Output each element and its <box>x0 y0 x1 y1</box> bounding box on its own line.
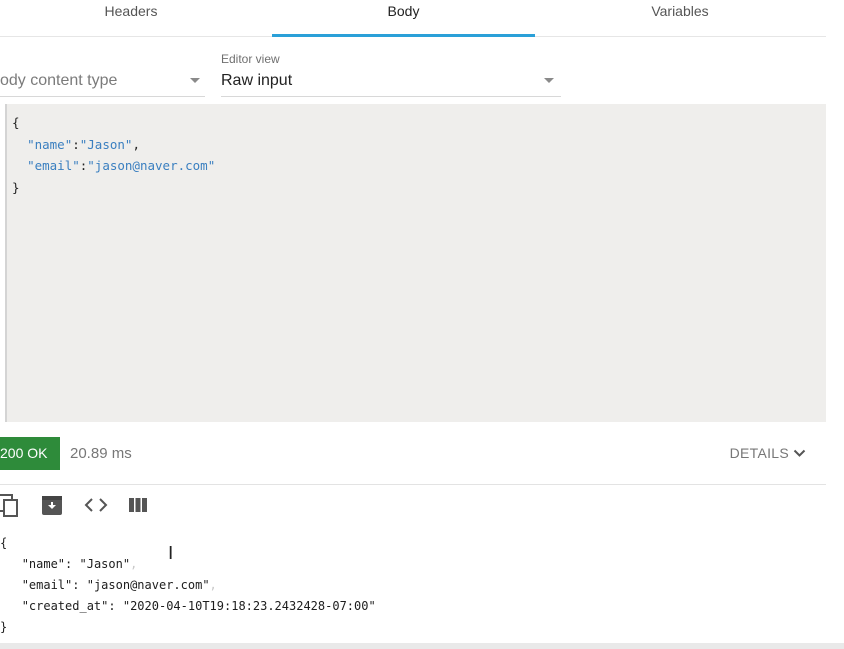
json-key-name: "name" <box>21 557 66 571</box>
active-tab-indicator <box>272 34 535 37</box>
copy-icon[interactable] <box>0 494 22 518</box>
editor-view-select[interactable]: Raw input <box>221 68 561 97</box>
editor-view-label: Editor view <box>221 52 280 66</box>
json-value-created-at: "2020-04-10T19:18:23.2432428-07:00" <box>122 599 376 613</box>
details-toggle[interactable]: DETAILS <box>730 445 806 461</box>
json-key-created-at: "created_at" <box>21 599 109 613</box>
tab-body[interactable]: Body <box>272 0 535 37</box>
body-content-type-placeholder: ody content type <box>0 72 118 89</box>
chevron-down-icon <box>793 446 806 461</box>
brace-close: } <box>0 620 8 634</box>
brace-close: } <box>12 179 20 195</box>
columns-icon[interactable] <box>127 494 151 518</box>
chevron-down-icon <box>190 78 200 83</box>
tab-headers[interactable]: Headers <box>0 0 262 36</box>
request-body-editor[interactable]: { "name":"Jason", "email":"jason@naver.c… <box>5 104 826 422</box>
bottom-scroll-strip <box>0 643 844 649</box>
json-value-name: "Jason" <box>79 557 131 571</box>
body-content-type-select[interactable]: ody content type <box>0 68 205 97</box>
request-tabs: Headers Body Variables <box>0 0 826 37</box>
body-content-type-field: ody content type <box>0 52 205 97</box>
brace-open: { <box>12 115 20 130</box>
response-body: { "name": "Jason", "email": "jason@naver… <box>0 536 376 634</box>
code-icon[interactable] <box>84 494 108 518</box>
details-label: DETAILS <box>729 445 789 461</box>
chevron-down-icon <box>544 78 554 83</box>
json-value-name: "Jason" <box>79 136 133 152</box>
divider <box>0 484 826 485</box>
tab-headers-label: Headers <box>104 3 158 19</box>
json-key-email: "email" <box>21 578 73 592</box>
json-key-name: "name" <box>27 136 73 152</box>
text-cursor-icon: I <box>168 543 174 564</box>
json-key-email: "email" <box>27 158 80 173</box>
response-time: 20.89 ms <box>70 445 132 462</box>
editor-view-field: Editor view Raw input <box>221 52 561 97</box>
status-badge: 200 OK <box>0 437 60 470</box>
json-value-email: "jason@naver.com" <box>87 158 216 173</box>
download-icon[interactable] <box>41 494 65 518</box>
brace-open: { <box>0 536 8 550</box>
tab-body-label: Body <box>387 3 420 19</box>
response-status-row: 200 OK 20.89 ms DETAILS <box>0 437 826 471</box>
json-value-email: "jason@naver.com" <box>86 578 210 592</box>
editor-view-value: Raw input <box>221 72 293 89</box>
tab-variables-label: Variables <box>651 3 709 19</box>
tab-variables[interactable]: Variables <box>545 0 815 36</box>
